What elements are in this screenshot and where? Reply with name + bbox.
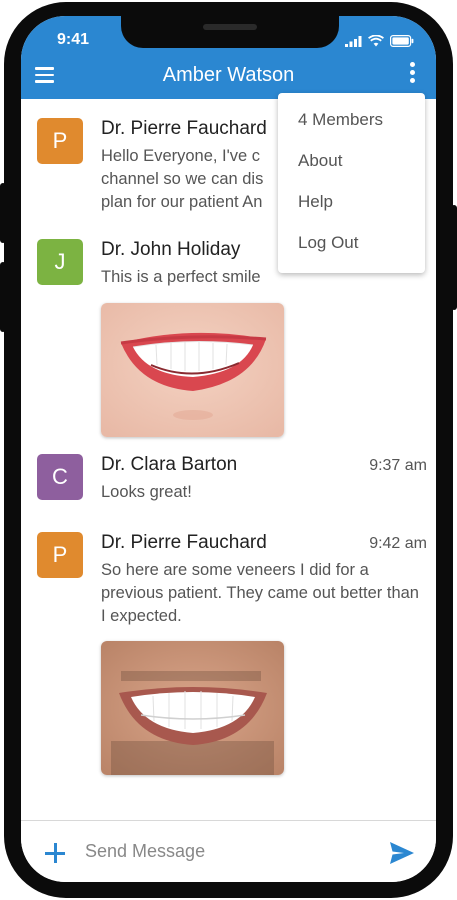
- plus-icon[interactable]: [45, 843, 65, 863]
- message-input[interactable]: [85, 841, 365, 862]
- message-text: Looks great!: [101, 483, 192, 501]
- sender-name: Dr. Clara Barton: [101, 454, 238, 475]
- sender-name: Dr. John Holiday: [101, 239, 241, 260]
- wifi-icon: [368, 35, 384, 47]
- veneers-photo[interactable]: [101, 641, 284, 775]
- battery-icon: [390, 35, 414, 47]
- avatar: P: [37, 532, 83, 578]
- app-header: 9:41 Amber Watson: [21, 16, 436, 99]
- sender-name: Dr. Pierre Fauchard: [101, 532, 267, 553]
- message-item: C Dr. Clara Barton 9:37 am Looks great!: [37, 454, 427, 514]
- smile-photo[interactable]: [101, 303, 284, 437]
- kebab-icon[interactable]: [410, 62, 416, 86]
- volume-button: [0, 262, 6, 332]
- status-time: 9:41: [57, 31, 90, 48]
- notch: [121, 16, 339, 48]
- avatar: J: [37, 239, 83, 285]
- avatar: P: [37, 118, 83, 164]
- overflow-menu: 4 Members About Help Log Out: [278, 93, 425, 273]
- message-item: P Dr. Pierre Fauchard 9:42 am So here ar…: [37, 532, 427, 782]
- menu-item-logout[interactable]: Log Out: [298, 233, 359, 253]
- send-icon[interactable]: [389, 841, 415, 865]
- signal-icon: [345, 36, 362, 47]
- menu-item-about[interactable]: About: [298, 151, 342, 171]
- man-smile-image: [101, 641, 284, 775]
- status-icons: [345, 35, 414, 47]
- volume-button: [0, 183, 6, 243]
- sender-name: Dr. Pierre Fauchard: [101, 118, 267, 139]
- menu-item-members[interactable]: 4 Members: [298, 110, 383, 130]
- app-screen: 9:41 Amber Watson P Dr. Pierre Fauchard …: [21, 16, 436, 882]
- woman-smile-image: [101, 303, 284, 437]
- message-composer: [21, 820, 436, 882]
- power-button: [451, 205, 457, 310]
- message-time: 9:42 am: [369, 535, 427, 552]
- message-time: 9:37 am: [369, 457, 427, 474]
- speaker: [203, 24, 257, 30]
- menu-item-help[interactable]: Help: [298, 192, 333, 212]
- avatar: C: [37, 454, 83, 500]
- conversation-title: Amber Watson: [162, 64, 295, 86]
- message-text: So here are some veneers I did for a pre…: [101, 561, 419, 625]
